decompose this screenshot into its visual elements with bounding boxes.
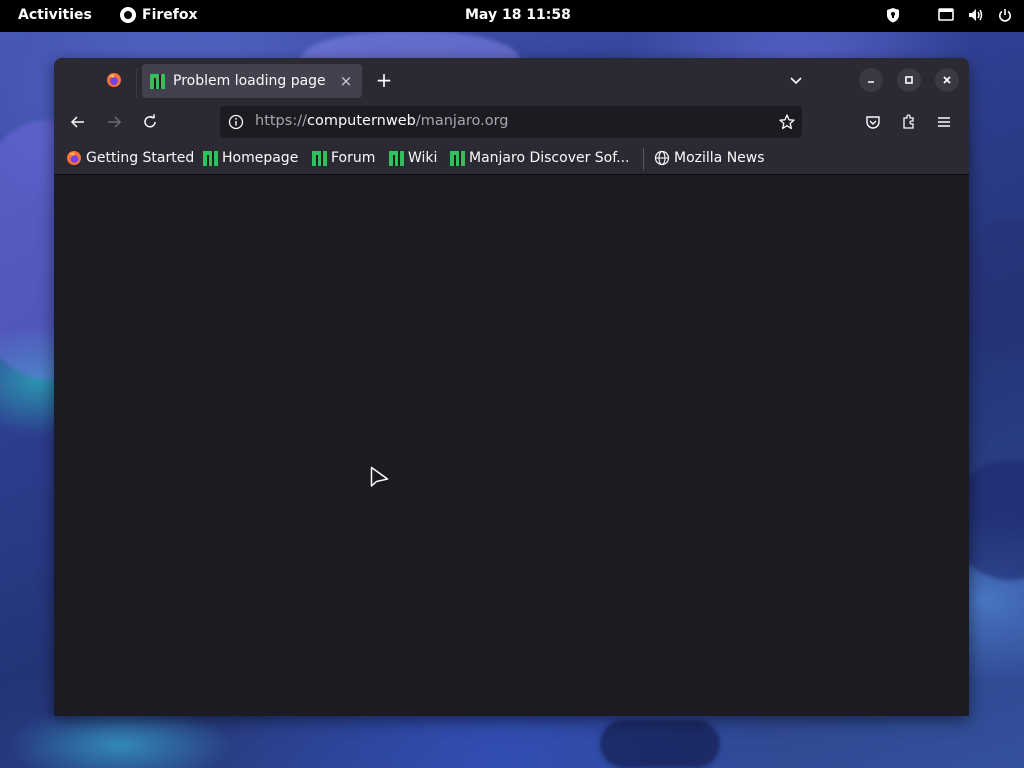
maximize-icon <box>905 76 913 84</box>
pocket-button[interactable] <box>861 110 885 134</box>
bookmark-label: Forum <box>331 150 376 166</box>
screen-icon[interactable] <box>938 8 954 22</box>
wallpaper-blob <box>600 720 720 768</box>
new-tab-button[interactable]: + <box>372 68 396 92</box>
bookmark-label: Wiki <box>408 150 438 166</box>
mouse-cursor-icon <box>370 466 390 494</box>
back-button[interactable] <box>66 110 90 134</box>
tab-title: Problem loading page <box>173 73 326 89</box>
bookmark-manjaro-discover[interactable]: Manjaro Discover Sof... <box>450 150 630 166</box>
url-path: /manjaro.org <box>415 113 509 129</box>
pocket-icon <box>866 116 880 129</box>
bookmark-getting-started[interactable]: Getting Started <box>66 150 194 166</box>
privacy-shield-icon[interactable] <box>886 7 900 23</box>
hamburger-icon <box>938 117 950 127</box>
bookmark-forum[interactable]: Forum <box>312 150 375 166</box>
firefox-view-icon[interactable] <box>106 72 122 88</box>
bookmark-label: Manjaro Discover Sof... <box>469 150 630 166</box>
puzzle-icon <box>903 114 914 129</box>
power-icon[interactable] <box>998 8 1012 22</box>
manjaro-icon <box>150 73 165 89</box>
bookmark-mozilla-news[interactable]: Mozilla News <box>654 150 765 166</box>
bookmark-label: Homepage <box>222 150 299 166</box>
arrow-left-icon <box>70 116 84 128</box>
url-text[interactable]: https://computernweb/manjaro.org <box>255 113 509 129</box>
bookmark-wiki[interactable]: Wiki <box>389 150 437 166</box>
reload-icon <box>144 114 156 128</box>
manjaro-icon <box>450 150 465 166</box>
minimize-icon <box>868 81 874 83</box>
firefox-icon <box>120 7 136 23</box>
forward-button[interactable] <box>102 110 126 134</box>
manjaro-icon <box>389 150 404 166</box>
volume-icon[interactable] <box>968 8 984 22</box>
system-tray[interactable] <box>886 7 1012 23</box>
url-scheme: https:// <box>255 113 307 129</box>
page-content-area[interactable] <box>54 175 969 716</box>
app-menu-button[interactable] <box>932 110 956 134</box>
firefox-icon <box>67 151 81 165</box>
tab-close-button[interactable]: × <box>334 72 358 90</box>
maximize-button[interactable] <box>897 68 921 92</box>
arrow-right-icon <box>108 116 122 128</box>
top-bar: Activities Firefox May 18 11:58 <box>0 0 1024 32</box>
manjaro-icon <box>312 150 327 166</box>
bookmark-separator <box>643 148 644 170</box>
close-icon <box>943 76 951 84</box>
tab-problem-loading[interactable]: Problem loading page × <box>142 64 362 98</box>
nav-toolbar: https://computernweb/manjaro.org <box>54 102 969 142</box>
bookmark-homepage[interactable]: Homepage <box>203 150 298 166</box>
tab-strip: Problem loading page × + <box>54 58 969 102</box>
tab-separator <box>136 68 137 98</box>
globe-icon <box>654 150 670 166</box>
extensions-button[interactable] <box>897 110 921 134</box>
firefox-window: Problem loading page × + https://compute… <box>54 58 969 716</box>
app-name: Firefox <box>142 7 198 23</box>
close-window-button[interactable] <box>935 68 959 92</box>
app-menu-button[interactable]: Firefox <box>120 7 198 23</box>
bookmark-label: Getting Started <box>86 150 195 166</box>
reload-button[interactable] <box>138 110 162 134</box>
chevron-down-icon[interactable] <box>786 70 806 90</box>
bookmark-star-icon[interactable] <box>778 113 796 135</box>
info-icon[interactable] <box>228 114 244 134</box>
url-host: computernweb <box>306 113 416 129</box>
clock[interactable]: May 18 11:58 <box>465 7 571 23</box>
wallpaper-blob <box>960 220 1024 360</box>
activities-button[interactable]: Activities <box>18 7 92 23</box>
bookmark-label: Mozilla News <box>674 150 765 166</box>
bookmarks-toolbar: Getting Started Homepage Forum Wiki Manj… <box>54 142 969 175</box>
manjaro-icon <box>203 150 218 166</box>
minimize-button[interactable] <box>859 68 883 92</box>
url-bar[interactable]: https://computernweb/manjaro.org <box>220 106 802 138</box>
